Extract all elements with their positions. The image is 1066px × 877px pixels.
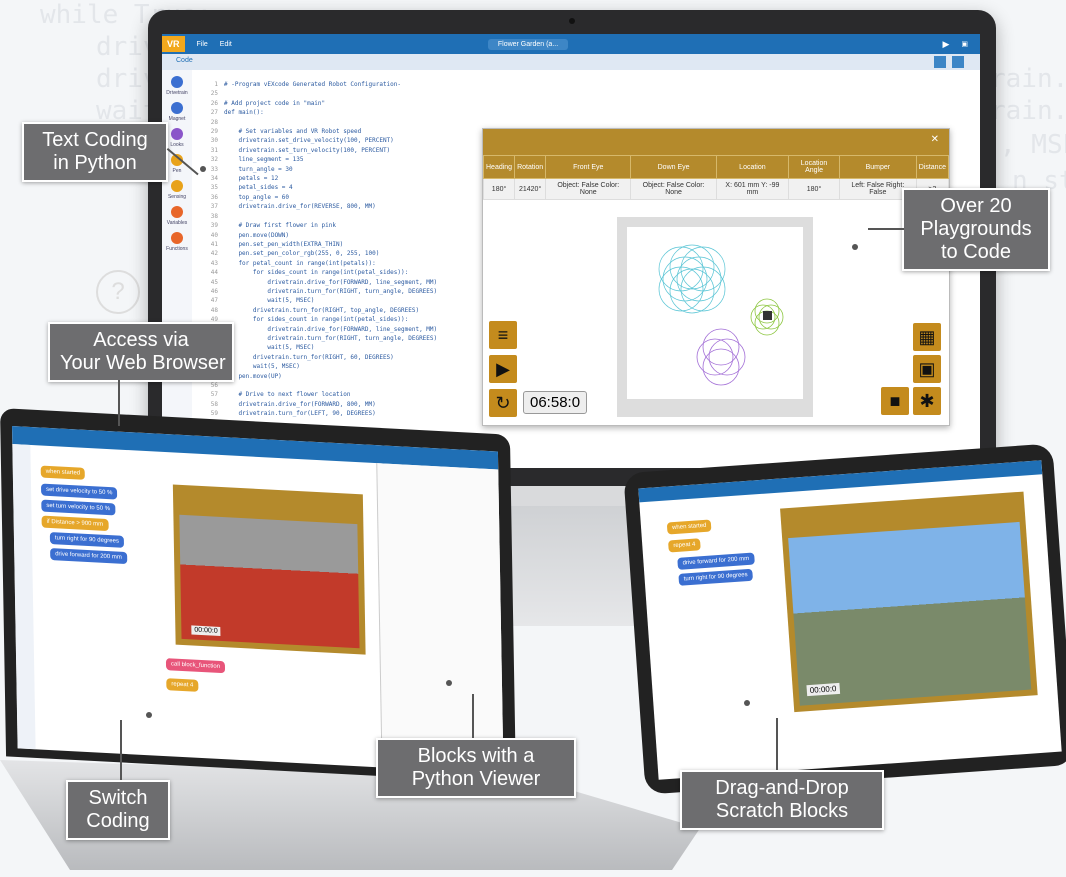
camera-view-icon[interactable]: ▦: [913, 323, 941, 351]
col-bumper: Bumper: [838, 155, 917, 179]
cell-location: X: 601 mm Y: -99 mm: [715, 178, 790, 200]
tablet-block-turn[interactable]: turn right for 90 degrees: [678, 568, 754, 586]
col-location-angle: Location Angle: [788, 155, 840, 179]
tablet-screen: when started repeat 4 drive forward for …: [638, 460, 1062, 780]
block-turn-right[interactable]: turn right for 90 degrees: [49, 531, 125, 548]
purple-flower: [696, 328, 746, 386]
app-logo: VR: [162, 36, 185, 52]
laptop-playground: 00:00:0: [172, 484, 366, 655]
block-set-drive-velocity[interactable]: set drive velocity to 50 %: [40, 483, 118, 500]
background-code-7: , MSE: [1000, 130, 1066, 160]
background-code-6: rain.: [990, 96, 1066, 126]
play-icon[interactable]: ▶: [942, 39, 949, 50]
python-code-editor[interactable]: # -Program vEXcode Generated Robot Confi…: [224, 80, 437, 419]
col-location: Location: [715, 155, 790, 179]
help-icon: ?: [96, 270, 140, 314]
category-functions[interactable]: Functions: [162, 232, 192, 252]
category-variables[interactable]: Variables: [162, 206, 192, 226]
playground-timer: 06:58:0: [523, 391, 588, 414]
cell-front-eye: Object: False Color: None: [545, 178, 632, 200]
python-viewer-panel: [376, 463, 504, 774]
cell-rotation: 21420°: [514, 178, 547, 200]
robot-marker: [763, 311, 772, 320]
video-icon[interactable]: ■: [881, 387, 909, 415]
tab-bar: Code: [162, 54, 980, 70]
app-toolbar: VR File Edit Flower Garden (a... ▶ ▣: [162, 34, 980, 54]
block-when-started[interactable]: when started: [40, 465, 86, 480]
cyan-flower: [658, 244, 726, 314]
reset-icon[interactable]: ↻: [489, 389, 517, 417]
flower-drawing: [658, 244, 784, 386]
project-name-pill[interactable]: Flower Garden (a...: [487, 38, 569, 50]
col-distance: Distance: [915, 155, 950, 179]
col-rotation: Rotation: [514, 155, 547, 179]
col-heading: Heading: [482, 155, 516, 179]
menu-edit[interactable]: Edit: [220, 41, 232, 48]
editor-view-icon[interactable]: [934, 56, 946, 68]
callout-blocks-viewer: Blocks with a Python Viewer: [376, 738, 576, 798]
playground-window: ✕ Heading Rotation Front Eye Down Eye Lo…: [482, 128, 950, 426]
cell-location-angle: 180°: [788, 178, 840, 200]
tablet-playground: 00:00:0: [780, 491, 1038, 713]
block-repeat[interactable]: repeat 4: [166, 678, 199, 692]
menu-icon[interactable]: ≡: [489, 321, 517, 349]
callout-text-coding: Text Coding in Python: [22, 122, 168, 182]
playground-canvas: [617, 217, 813, 417]
block-drive-forward[interactable]: drive forward for 200 mm: [50, 548, 127, 565]
save-icon[interactable]: ▣: [961, 40, 968, 48]
callout-switch-coding: Switch Coding: [66, 780, 170, 840]
play-icon[interactable]: ▶: [489, 355, 517, 383]
menu-file[interactable]: File: [197, 41, 208, 48]
settings-icon[interactable]: ✱: [913, 387, 941, 415]
laptop-timer: 00:00:0: [191, 625, 221, 636]
camera-follow-icon[interactable]: ▣: [913, 355, 941, 383]
category-magnet[interactable]: Magnet: [162, 102, 192, 122]
callout-browser: Access via Your Web Browser: [48, 322, 234, 382]
tablet-block-when-started[interactable]: when started: [666, 519, 712, 535]
callout-playgrounds: Over 20 Playgrounds to Code: [902, 188, 1050, 271]
cell-down-eye: Object: False Color: None: [630, 178, 717, 200]
close-icon[interactable]: ✕: [931, 134, 939, 145]
playground-header: ✕: [483, 129, 949, 155]
col-front-eye: Front Eye: [545, 155, 632, 179]
tablet-block-repeat[interactable]: repeat 4: [668, 538, 701, 553]
category-drivetrain[interactable]: Drivetrain: [162, 76, 192, 96]
block-if-distance[interactable]: if Distance > 900 mm: [41, 515, 109, 532]
cell-heading: 180°: [482, 178, 516, 200]
col-down-eye: Down Eye: [630, 155, 717, 179]
block-call-function[interactable]: call block_function: [165, 658, 226, 674]
tablet-block-drive[interactable]: drive forward for 200 mm: [677, 552, 755, 570]
laptop-screen: when started set drive velocity to 50 % …: [12, 426, 504, 774]
callout-drag-drop: Drag-and-Drop Scratch Blocks: [680, 770, 884, 830]
category-sensing[interactable]: Sensing: [162, 180, 192, 200]
tablet-timer: 00:00:0: [806, 682, 840, 697]
sensor-table: Heading Rotation Front Eye Down Eye Loca…: [482, 155, 950, 200]
block-set-turn-velocity[interactable]: set turn velocity to 50 %: [41, 499, 116, 516]
editor-settings-icon[interactable]: [952, 56, 964, 68]
background-code-5: rain.: [990, 64, 1066, 94]
camera: [569, 18, 575, 24]
tab-code[interactable]: Code: [176, 57, 193, 64]
